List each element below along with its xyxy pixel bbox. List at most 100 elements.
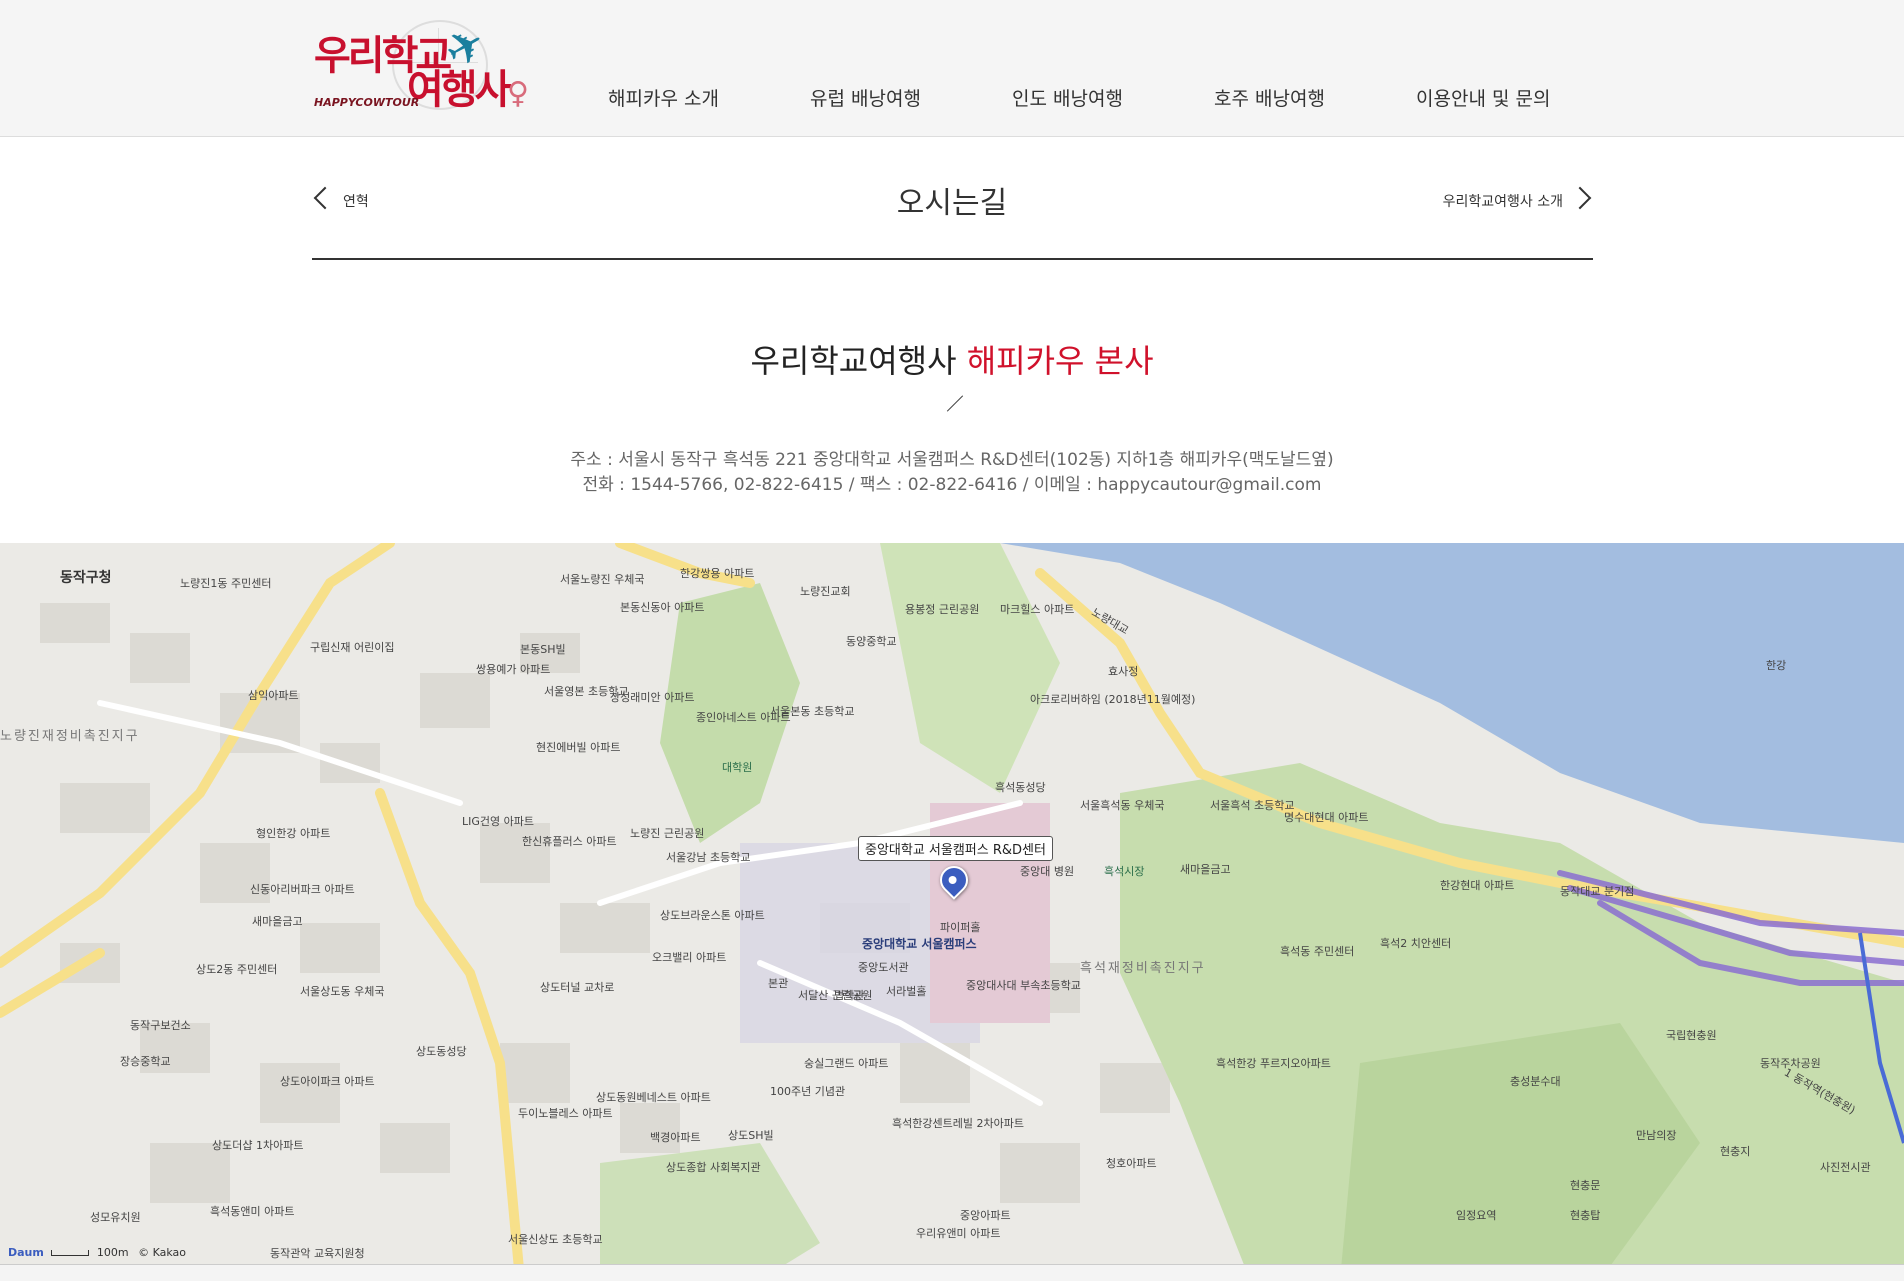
map-canvas[interactable] <box>0 543 1904 1280</box>
map-label: 흑석재정비촉진지구 <box>1080 961 1206 976</box>
map-label: 중앙도서관 <box>858 961 909 974</box>
map-label: 중앙대학교 서울캠퍼스 <box>862 937 977 951</box>
location-map[interactable]: 동작구청 노량진1동 주민센터 서울노량진 우체국 본동SH빌 노량진교회 한강… <box>0 543 1904 1280</box>
map-label: 성모유치원 <box>90 1211 141 1224</box>
map-label: 노량진 근린공원 <box>630 827 705 840</box>
map-label: 상도브라운스톤 아파트 <box>660 909 765 922</box>
map-label: 상도아이파크 아파트 <box>280 1075 375 1088</box>
map-label: 동작관악 교육지원청 <box>270 1247 365 1260</box>
map-label: 현진에버빌 아파트 <box>536 741 621 754</box>
nav-item-about[interactable]: 해피카우 소개 <box>608 84 719 111</box>
map-label: 서울흑석동 우체국 <box>1080 799 1165 812</box>
map-label: 만남의장 <box>1636 1129 1677 1142</box>
map-label: 서울노량진 우체국 <box>560 573 645 586</box>
map-label: 동작구보건소 <box>130 1019 191 1032</box>
map-label: 상도2동 주민센터 <box>196 963 278 976</box>
office-title-prefix: 우리학교여행사 <box>750 342 957 380</box>
title-divider <box>312 258 1593 260</box>
map-label: 숭실그랜드 아파트 <box>804 1057 889 1070</box>
map-label: 서울흑석 초등학교 <box>1210 799 1295 812</box>
map-label: 법학관 <box>834 989 865 1002</box>
map-label: LIG건영 아파트 <box>462 815 534 828</box>
map-label: 흑석한강 푸르지오아파트 <box>1216 1057 1331 1070</box>
map-label: 흑석시장 <box>1104 865 1145 878</box>
map-label: 국립현충원 <box>1666 1029 1717 1042</box>
map-label: 흑석동 주민센터 <box>1280 945 1355 958</box>
scale-bar <box>51 1250 90 1256</box>
slash-divider <box>946 395 964 412</box>
map-label: 노량진교회 <box>800 585 851 598</box>
map-label: 중앙대사대 부속초등학교 <box>966 979 1081 992</box>
map-label: 청호아파트 <box>1106 1157 1157 1170</box>
map-label: 흑석동성당 <box>995 781 1046 794</box>
map-label: 서울강남 초등학교 <box>666 851 751 864</box>
map-label: 서울본동 초등학교 <box>770 705 855 718</box>
nav-item-india[interactable]: 인도 배낭여행 <box>1012 84 1123 111</box>
map-label: 우리유앤미 아파트 <box>916 1227 1001 1240</box>
map-label: 본동SH빌 <box>520 643 566 656</box>
address-text: 주소 : 서울시 동작구 흑석동 221 중앙대학교 서울캠퍼스 R&D센터(1… <box>570 450 1334 470</box>
logo-english-text: HAPPYCOWTOUR <box>314 96 420 109</box>
map-label: 두이노블레스 아파트 <box>518 1107 613 1120</box>
map-label: 쌍용예가 아파트 <box>476 663 551 676</box>
map-label: 상도SH빌 <box>728 1129 774 1142</box>
map-label: 한강 <box>1766 659 1787 672</box>
map-label: 흑석2 치안센터 <box>1380 937 1452 950</box>
map-label: 삼익아파트 <box>248 689 299 702</box>
map-label: 동작대교 분기점 <box>1560 885 1635 898</box>
map-label: 상도동성당 <box>416 1045 467 1058</box>
map-label: 장승중학교 <box>120 1055 171 1068</box>
nav-item-guide[interactable]: 이용안내 및 문의 <box>1416 84 1550 111</box>
map-label: 100주년 기념관 <box>770 1085 846 1098</box>
map-label: 파이퍼홀 <box>940 921 981 934</box>
site-logo[interactable]: ✈ 우리학교 여행사 HAPPYCOWTOUR ♀ <box>312 14 529 118</box>
next-page-link[interactable]: 우리학교여행사 소개 <box>1443 191 1563 211</box>
map-label: 상성래미안 아파트 <box>610 691 695 704</box>
map-label: 상도더샵 1차아파트 <box>212 1139 304 1152</box>
map-label: 현충탑 <box>1570 1209 1601 1222</box>
nav-item-europe[interactable]: 유럽 배낭여행 <box>810 84 921 111</box>
map-label: 충성분수대 <box>1510 1075 1561 1088</box>
map-label: 본관 <box>768 977 789 990</box>
person-icon: ♀ <box>507 76 529 111</box>
map-label: 임정요역 <box>1456 1209 1497 1222</box>
daum-logo: Daum <box>8 1246 44 1259</box>
map-scale: Daum 100m © Kakao <box>8 1246 186 1259</box>
map-label: 동작구청 <box>60 570 112 586</box>
map-label: 상도동원베네스트 아파트 <box>596 1091 711 1104</box>
map-label: 노량진1동 주민센터 <box>180 577 272 590</box>
map-label: 구립신재 어린이집 <box>310 641 395 654</box>
contact-text: 전화 : 1544-5766, 02-822-6415 / 팩스 : 02-82… <box>582 475 1322 495</box>
page-title: 오시는길 <box>896 186 1008 221</box>
logo-text-line2: 여행사 <box>407 67 511 113</box>
map-label: 마크힐스 아파트 <box>1000 603 1075 616</box>
map-label: 새마을금고 <box>1180 863 1231 876</box>
office-title: 우리학교여행사 해피카우 본사 <box>0 336 1904 382</box>
map-label: 상도종합 사회복지관 <box>666 1161 761 1174</box>
map-label: 신동아리버파크 아파트 <box>250 883 355 896</box>
marker-label[interactable]: 중앙대학교 서울캠퍼스 R&D센터 <box>858 836 1053 861</box>
map-label: 현충지 <box>1720 1145 1751 1158</box>
map-label: 중앙대 병원 <box>1020 865 1075 878</box>
map-label: 새마을금고 <box>252 915 303 928</box>
site-header: ✈ 우리학교 여행사 HAPPYCOWTOUR ♀ 해피카우 소개 유럽 배낭여… <box>0 0 1904 137</box>
map-label: 백경아파트 <box>650 1131 701 1144</box>
map-label: 대학원 <box>722 761 753 774</box>
map-label: 상도터널 교차로 <box>540 981 615 994</box>
map-label: 서라벌홀 <box>886 985 927 998</box>
map-copyright: © Kakao <box>138 1246 186 1259</box>
map-label: 한강쌍용 아파트 <box>680 567 755 580</box>
map-label: 용봉정 근린공원 <box>905 603 980 616</box>
map-label: 중앙아파트 <box>960 1209 1011 1222</box>
map-label: 현충문 <box>1570 1179 1601 1192</box>
map-label: 아크로리버하임 (2018년11월예정) <box>1030 693 1196 706</box>
map-label: 오크밸리 아파트 <box>652 951 727 964</box>
nav-item-australia[interactable]: 호주 배낭여행 <box>1214 84 1325 111</box>
map-label: 효사정 <box>1108 665 1139 678</box>
map-label: 서울상도동 우체국 <box>300 985 385 998</box>
map-label: 흑석한강센트레빌 2차아파트 <box>892 1117 1024 1130</box>
map-label: 사진전시관 <box>1820 1161 1871 1174</box>
scale-text: 100m <box>96 1246 129 1259</box>
map-label: 명수대현대 아파트 <box>1284 811 1369 824</box>
map-bottom-bar <box>0 1264 1904 1281</box>
